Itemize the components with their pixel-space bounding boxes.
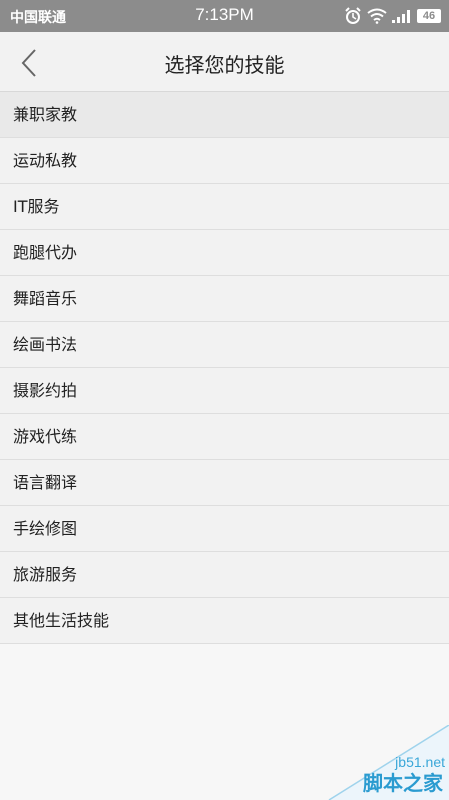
watermark: jb51.net 脚本之家 bbox=[289, 725, 449, 800]
watermark-name: 脚本之家 bbox=[363, 771, 443, 795]
page-title: 选择您的技能 bbox=[164, 53, 285, 77]
skill-item-hand-drawn-retouch[interactable]: 手绘修图 bbox=[0, 506, 449, 552]
skill-item-travel-service[interactable]: 旅游服务 bbox=[0, 552, 449, 598]
skill-item-tutoring[interactable]: 兼职家教 bbox=[0, 92, 449, 138]
status-icons: 46 bbox=[344, 7, 441, 25]
skill-list: 兼职家教 运动私教 IT服务 跑腿代办 舞蹈音乐 绘画书法 摄影约拍 游戏代练 … bbox=[0, 92, 449, 644]
skill-item-sports-coach[interactable]: 运动私教 bbox=[0, 138, 449, 184]
alarm-icon bbox=[345, 7, 361, 24]
skill-item-painting-calligraphy[interactable]: 绘画书法 bbox=[0, 322, 449, 368]
wifi-icon bbox=[367, 8, 387, 24]
battery-icon: 46 bbox=[417, 9, 441, 23]
signal-icon bbox=[392, 10, 410, 23]
skill-item-other-life-skills[interactable]: 其他生活技能 bbox=[0, 598, 449, 644]
status-bar: 中国联通 7:13PM 46 bbox=[0, 0, 449, 32]
skill-item-errands[interactable]: 跑腿代办 bbox=[0, 230, 449, 276]
skill-item-photography[interactable]: 摄影约拍 bbox=[0, 368, 449, 414]
skill-item-game-boosting[interactable]: 游戏代练 bbox=[0, 414, 449, 460]
skill-item-dance-music[interactable]: 舞蹈音乐 bbox=[0, 276, 449, 322]
skill-item-translation[interactable]: 语言翻译 bbox=[0, 460, 449, 506]
title-bar: 选择您的技能 bbox=[0, 32, 449, 92]
skill-item-it-service[interactable]: IT服务 bbox=[0, 184, 449, 230]
